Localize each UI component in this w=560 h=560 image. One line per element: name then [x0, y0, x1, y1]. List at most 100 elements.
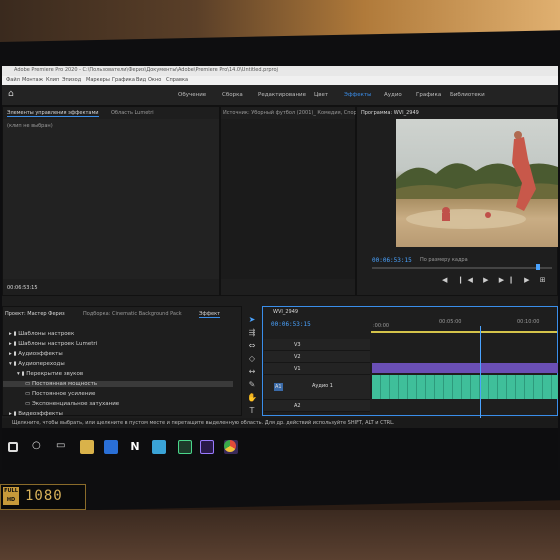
- tree-item-lumetri-presets[interactable]: ▸ ▮ Шаблоны настроек Lumetri: [9, 341, 97, 347]
- pen-tool-icon[interactable]: ✎: [246, 379, 258, 390]
- source-panel: Источник: Уборный футбол (2001)_ Комедия…: [220, 106, 416, 296]
- tree-item-label: Экспоненциальное затухание: [31, 401, 120, 407]
- program-scrub-bar[interactable]: [372, 267, 552, 269]
- workspace-audio[interactable]: Аудио: [384, 92, 402, 98]
- program-playhead[interactable]: [536, 264, 540, 270]
- track-name: A2: [294, 403, 301, 409]
- premiere-icon[interactable]: [200, 440, 214, 454]
- program-timecode: 00:06:53:15: [372, 257, 412, 264]
- selection-tool-icon[interactable]: ➤: [246, 314, 258, 325]
- program-video-frame: [396, 119, 558, 247]
- effect-controls-timecode: 00:06:53:15: [7, 285, 38, 291]
- tree-item-constant-power[interactable]: ▭ Постоянная мощность: [3, 381, 233, 387]
- effects-tree: ▸ ▮ Шаблоны настроек ▸ ▮ Шаблоны настрое…: [3, 323, 241, 417]
- menu-window[interactable]: Окно: [148, 77, 161, 83]
- menu-help[interactable]: Справка: [166, 77, 188, 83]
- tree-item-label: Шаблоны настроек Lumetri: [18, 341, 98, 347]
- track-a2: A2: [264, 400, 370, 412]
- tree-item-label: Аудиоэффекты: [18, 351, 63, 357]
- timeline-timecode: 00:06:53:15: [271, 321, 311, 328]
- media-icon[interactable]: [178, 440, 192, 454]
- window-titlebar: Adobe Premiere Pro 2020 - C:\Пользовател…: [2, 66, 558, 76]
- track-select-tool-icon[interactable]: ⇶: [246, 327, 258, 338]
- tab-effects[interactable]: Эффект: [199, 311, 221, 318]
- workspace-libraries[interactable]: Библиотеки: [450, 92, 485, 98]
- tree-item-constant-gain[interactable]: ▭ Постоянное усиление: [25, 391, 95, 397]
- track-v2: V2: [264, 351, 370, 363]
- ruler-label-0: :00:00: [373, 323, 390, 329]
- workspace-color[interactable]: Цвет: [314, 92, 328, 98]
- tree-item-label: Постоянная мощность: [31, 381, 98, 387]
- menu-file[interactable]: Файл: [6, 77, 20, 83]
- sticker-line1: FULL: [4, 488, 18, 494]
- project-effects-panel: Проект: Мастер Фериз Подборка: Cinematic…: [2, 306, 242, 417]
- tree-item-audio-transitions[interactable]: ▾ ▮ Аудиопереходы: [9, 361, 65, 367]
- tree-item-exponential-fade[interactable]: ▭ Экспоненциальное затухание: [25, 401, 119, 407]
- transport-controls[interactable]: ◀ ❙◀ ▶ ▶❙ ▶ ⊞: [442, 276, 550, 284]
- workspace-editing[interactable]: Редактирование: [258, 92, 306, 98]
- laptop-screen: Adobe Premiere Pro 2020 - C:\Пользовател…: [2, 66, 558, 470]
- tree-item-presets[interactable]: ▸ ▮ Шаблоны настроек: [9, 331, 74, 337]
- sticker-resolution: 1080: [25, 488, 63, 504]
- tree-item-video-effects[interactable]: ▸ ▮ Видеоэффекты: [9, 411, 63, 417]
- track-a1: A1 Аудио 1: [264, 375, 370, 400]
- audio-clip[interactable]: [372, 375, 558, 399]
- track-name: V3: [294, 342, 301, 348]
- workspace-bar: ⌂ Обучение Сборка Редактирование Цвет Эф…: [2, 85, 558, 106]
- home-icon[interactable]: ⌂: [8, 89, 18, 99]
- windows-taskbar: ○ ▭ N: [2, 428, 558, 470]
- store-icon[interactable]: [104, 440, 118, 454]
- full-hd-sticker: FULL HD 1080: [0, 484, 86, 510]
- tree-item-label: Видеоэффекты: [18, 411, 63, 417]
- netflix-icon[interactable]: N: [128, 440, 142, 454]
- workspace-learning[interactable]: Обучение: [178, 92, 206, 98]
- track-label: Аудио 1: [312, 383, 333, 389]
- type-tool-icon[interactable]: T: [246, 405, 258, 416]
- status-bar: Щелкните, чтобы выбрать, или щелкните в …: [2, 418, 558, 428]
- track-name: V2: [294, 354, 301, 360]
- menu-sequence[interactable]: Эпизод: [62, 77, 81, 83]
- menu-markers[interactable]: Маркеры: [86, 77, 110, 83]
- tree-item-label: Аудиопереходы: [18, 361, 65, 367]
- desk-surface: [0, 510, 560, 560]
- hand-tool-icon[interactable]: ✋: [246, 392, 258, 403]
- menu-view[interactable]: Вид: [136, 77, 146, 83]
- razor-tool-icon[interactable]: ◇: [246, 353, 258, 364]
- track-v3: V3: [264, 339, 370, 351]
- sticker-line2: HD: [6, 497, 16, 503]
- tree-item-crossfade[interactable]: ▾ ▮ Перекрытие звуков: [17, 371, 83, 377]
- tab-lumetri-scopes[interactable]: Область Lumetri: [111, 110, 154, 116]
- ripple-edit-tool-icon[interactable]: ⇔: [246, 340, 258, 351]
- video-clip[interactable]: [372, 363, 558, 373]
- explorer-icon[interactable]: [80, 440, 94, 454]
- slip-tool-icon[interactable]: ↔: [246, 366, 258, 377]
- timeline-playhead[interactable]: [479, 326, 481, 418]
- track-name: V1: [294, 366, 301, 372]
- taskview-icon[interactable]: ▭: [56, 440, 70, 454]
- tab-bin[interactable]: Подборка: Cinematic Background Pack: [83, 311, 182, 317]
- work-area-bar[interactable]: [371, 331, 557, 333]
- workspace-graphics[interactable]: Графика: [416, 92, 441, 98]
- windows-icon[interactable]: [8, 442, 18, 452]
- tab-program[interactable]: Программа: WVI_2949: [361, 110, 419, 116]
- menu-edit[interactable]: Монтаж: [22, 77, 43, 83]
- tab-timeline[interactable]: WVI_2949: [273, 309, 298, 315]
- workspace-effects[interactable]: Эффекты: [344, 92, 372, 98]
- menu-graphics[interactable]: Графика: [112, 77, 135, 83]
- program-fit-select[interactable]: По размеру кадра: [420, 257, 468, 263]
- full-hd-badge: FULL HD: [3, 487, 19, 505]
- tree-item-label: Шаблоны настроек: [18, 331, 75, 337]
- tab-project[interactable]: Проект: Мастер Фериз: [5, 311, 65, 317]
- ruler-label-1: 00:05:00: [439, 319, 462, 325]
- tree-item-label: Перекрытие звуков: [26, 371, 84, 377]
- mail-icon[interactable]: [152, 440, 166, 454]
- video-scene: [396, 131, 558, 229]
- menu-clip[interactable]: Клип: [46, 77, 59, 83]
- effect-controls-panel: Элементы управления эффектами Область Lu…: [2, 106, 220, 296]
- chrome-icon[interactable]: [224, 440, 236, 452]
- tree-item-audio-effects[interactable]: ▸ ▮ Аудиоэффекты: [9, 351, 63, 357]
- workspace-assembly[interactable]: Сборка: [222, 92, 243, 98]
- tree-item-label: Постоянное усиление: [31, 391, 96, 397]
- search-icon[interactable]: ○: [32, 440, 46, 454]
- tab-effect-controls[interactable]: Элементы управления эффектами: [7, 110, 99, 117]
